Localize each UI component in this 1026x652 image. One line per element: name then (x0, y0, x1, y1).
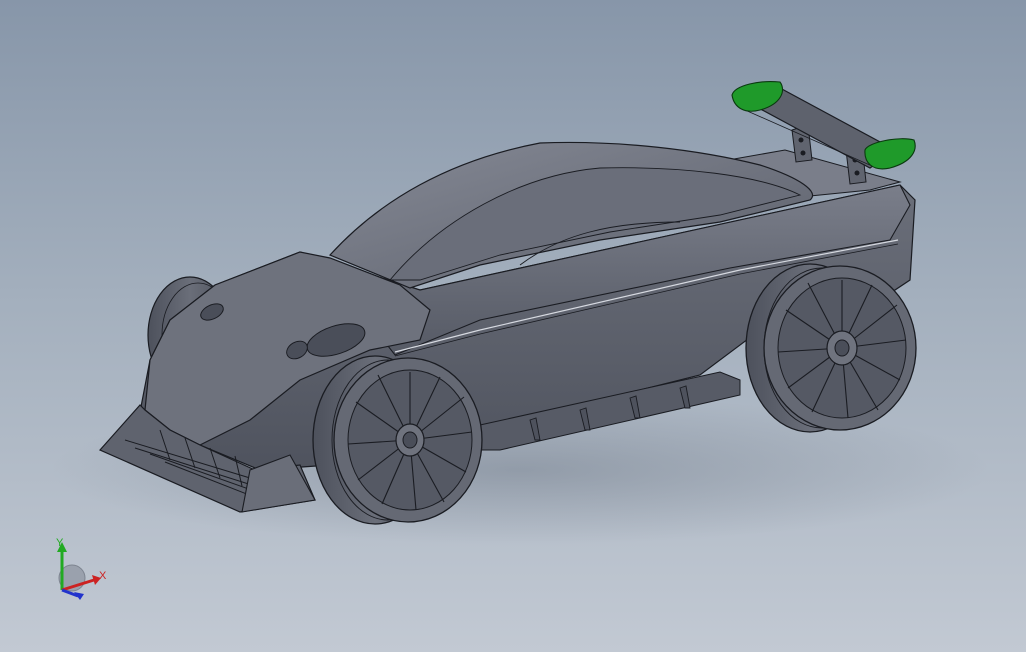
wheel-rear-right[interactable] (745, 263, 917, 433)
wheel-front-right[interactable] (312, 355, 483, 525)
graphics-viewport[interactable]: Y X (0, 0, 1026, 652)
car-model-3d[interactable] (0, 0, 1026, 652)
